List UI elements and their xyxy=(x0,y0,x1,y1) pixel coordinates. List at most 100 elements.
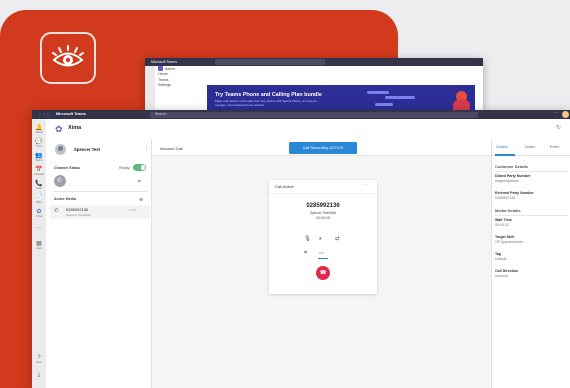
tab-details[interactable]: Details xyxy=(496,145,508,149)
rail-label: Xima xyxy=(36,215,42,218)
divider xyxy=(269,193,377,194)
divider xyxy=(495,215,568,216)
rail-label: Activity xyxy=(35,131,43,134)
rail-label: Teams xyxy=(35,159,43,162)
divider xyxy=(495,171,568,172)
dialer-button[interactable]: ✆ xyxy=(54,175,66,187)
channel-status-label: Channel Status xyxy=(54,166,81,170)
external-party-value: 0285992136 xyxy=(495,196,515,200)
rail-label: Apps xyxy=(36,247,42,250)
agent-name: Spencer Test xyxy=(74,147,100,152)
record-icon[interactable]: ••• xyxy=(319,250,323,256)
transfer-icon[interactable]: ⇄ xyxy=(335,236,340,242)
wait-time-value: 00:00:12 xyxy=(495,223,509,227)
more-options-icon[interactable]: ··· xyxy=(363,182,368,187)
rail-item-chat[interactable]: 💬 Chat xyxy=(32,139,46,148)
banner-pill xyxy=(375,103,393,106)
rail-item-activity[interactable]: 🔔 Activity xyxy=(32,125,46,134)
back-nav-list: Admin Home Teams Settings xyxy=(155,66,205,113)
agent-panel: Spencer Test ⋮ Channel Status Ready ✆ ⌗ … xyxy=(46,139,152,388)
rail-item-calls[interactable]: 📞 Calls xyxy=(32,181,46,190)
download-icon: ⤓ xyxy=(37,372,41,378)
tab-bar: Details Notes Enter xyxy=(492,139,570,156)
ready-toggle[interactable] xyxy=(133,164,146,171)
rail-item-teams[interactable]: 👥 Teams xyxy=(32,153,46,162)
target-skill-label: Target Skill xyxy=(495,235,515,239)
search-input[interactable]: Search xyxy=(150,111,478,118)
banner-subtitle: Make and receive voice calls from any de… xyxy=(215,99,318,107)
call-timer: 00:00:25 xyxy=(316,216,330,220)
app-launcher-icon[interactable]: ⋮⋮⋮ xyxy=(38,112,50,117)
refresh-icon[interactable]: ↻ xyxy=(556,124,561,131)
back-search-input xyxy=(215,59,325,65)
rail-item-download[interactable]: ⤓ xyxy=(32,372,46,378)
add-media-icon[interactable]: ⊕ xyxy=(139,197,143,203)
tag-label: Tag xyxy=(495,252,502,256)
tab-notes[interactable]: Notes xyxy=(525,145,535,149)
back-nav-label: Settings xyxy=(158,83,171,88)
search-placeholder: Search xyxy=(155,112,167,117)
rail-label: Files xyxy=(36,201,42,204)
dialed-party-value: mappedparties xyxy=(495,179,519,183)
active-control-indicator xyxy=(318,258,328,259)
phone-icon: ✆ xyxy=(54,208,59,214)
rail-item-xima[interactable]: ✿ Xima xyxy=(32,209,46,218)
app-rail: 🔔 Activity 💬 Chat 👥 Teams 📅 Calendar 📞 C… xyxy=(32,119,46,388)
rail-item-help[interactable]: ? Help xyxy=(32,355,46,364)
rail-item-calendar[interactable]: 📅 Calendar xyxy=(32,167,46,176)
back-nav-label: Teams xyxy=(158,77,169,82)
divider xyxy=(54,191,148,192)
caller-name: Spencer TestXIMA xyxy=(309,211,337,215)
dialed-party-label: Dialed Party Number xyxy=(495,174,531,178)
media-details-heading: Media Details xyxy=(495,208,521,213)
customer-details-heading: Customer Details xyxy=(495,164,528,169)
more-icon: ··· xyxy=(36,225,42,231)
dialpad-icon[interactable]: ⌗ xyxy=(138,179,141,185)
rail-item-files[interactable]: 📄 Files xyxy=(32,195,46,204)
caller-number: 0285992136 xyxy=(306,203,340,209)
user-avatar[interactable] xyxy=(562,111,569,118)
tab-enter[interactable]: Enter xyxy=(550,145,559,149)
hold-icon[interactable]: ⏸ xyxy=(319,236,322,242)
mute-icon[interactable]: 🎙 xyxy=(304,236,311,242)
media-caller-name: Spencer TestXIMA xyxy=(66,212,91,217)
rail-label: Help xyxy=(36,361,42,364)
more-options-icon[interactable]: ··· xyxy=(553,110,558,116)
hangup-button[interactable]: ☎ xyxy=(316,266,330,280)
channel-status-value: Ready xyxy=(119,166,130,170)
external-party-label: External Party Number xyxy=(495,191,534,195)
back-nav-label: Home xyxy=(158,72,168,77)
details-panel: Details Notes Enter Customer Details Dia… xyxy=(491,139,570,388)
back-rail xyxy=(145,66,155,113)
wait-time-label: Wait Time xyxy=(495,218,512,222)
app-name: Xima xyxy=(68,125,82,131)
media-number: 0285992136 xyxy=(66,207,89,212)
rail-item-more[interactable]: ··· xyxy=(32,225,46,231)
call-recording-button[interactable]: Call Recording: ACTIVE xyxy=(289,142,357,154)
admin-app-icon xyxy=(158,66,163,72)
call-card: Call Active ··· 0285992136 Spencer TestX… xyxy=(269,180,377,294)
back-title: Microsoft Teams xyxy=(151,60,178,64)
background-teams-window: Microsoft Teams Admin Home Teams Setting… xyxy=(145,58,483,113)
call-direction-label: Call Direction xyxy=(495,269,519,273)
phone-icon: ✆ xyxy=(57,177,63,184)
banner-title: Try Teams Phone and Calling Plan bundle xyxy=(215,92,322,98)
dialpad-icon[interactable]: ⌗ xyxy=(304,250,307,256)
rail-label: Chat xyxy=(36,145,42,148)
back-nav-item: Settings xyxy=(155,83,205,89)
active-media-item[interactable]: ✆ 0285992136 Spencer TestXIMA 1 min xyxy=(50,205,150,219)
titlebar: ⋮⋮⋮ Microsoft Teams Search ··· xyxy=(32,110,570,119)
active-tab-indicator xyxy=(495,154,515,156)
promo-banner: Try Teams Phone and Calling Plan bundle … xyxy=(207,85,475,113)
back-nav-label: Admin xyxy=(165,66,176,71)
rail-label: Calendar xyxy=(34,173,44,176)
kebab-menu-icon[interactable]: ⋮ xyxy=(144,146,149,152)
tag-value: Default xyxy=(495,257,507,261)
rail-item-apps[interactable]: ▦ Apps xyxy=(32,241,46,250)
call-area: Inbound Call Call Recording: ACTIVE Call… xyxy=(152,139,491,388)
rail-label: Calls xyxy=(36,187,42,190)
target-skill-value: GP Appointments xyxy=(495,240,523,244)
inbound-call-label: Inbound Call xyxy=(160,145,183,151)
call-direction-value: Inbound xyxy=(495,274,508,278)
media-duration: 1 min xyxy=(129,207,137,212)
